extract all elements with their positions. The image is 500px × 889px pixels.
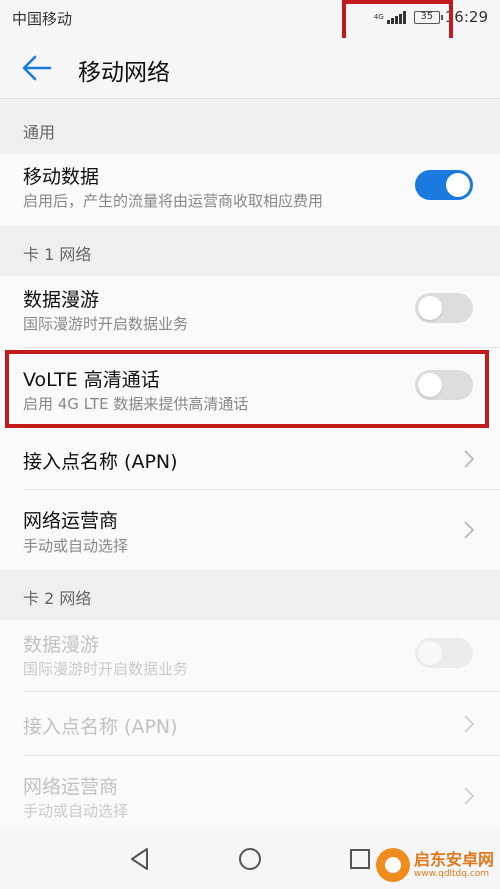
row-subtitle: 启用 4G LTE 数据来提供高清通话 — [23, 395, 249, 413]
row-sim1-apn[interactable]: 接入点名称 (APN) — [0, 428, 500, 490]
watermark-logo-icon — [375, 848, 410, 882]
row-title: 接入点名称 (APN) — [23, 716, 178, 738]
page-title: 移动网络 — [78, 60, 170, 86]
row-title: 网络运营商 — [23, 776, 119, 798]
sim1-roaming-toggle[interactable] — [415, 293, 473, 323]
row-title: 网络运营商 — [23, 510, 119, 532]
square-recents-icon[interactable] — [343, 842, 377, 876]
sim2-roaming-toggle — [415, 638, 473, 668]
section-header-sim1: 卡 1 网络 — [0, 226, 500, 276]
network-type: 4G — [373, 13, 384, 21]
section-header-sim2: 卡 2 网络 — [0, 570, 500, 620]
row-title: 接入点名称 (APN) — [23, 451, 178, 473]
status-bar: 中国移动 4G 35 16:29 — [0, 0, 500, 38]
row-subtitle: 国际漫游时开启数据业务 — [23, 660, 189, 678]
signal-icon — [386, 10, 406, 24]
row-sim1-operator[interactable]: 网络运营商 手动或自动选择 — [0, 490, 500, 570]
battery-icon: 35 — [413, 10, 443, 24]
watermark-url: www.qdltdq.com — [413, 868, 490, 879]
mobile-data-toggle[interactable] — [415, 170, 473, 200]
watermark: 启东安卓网 www.qdltdq.com — [375, 848, 494, 882]
row-sim2-operator: 网络运营商 手动或自动选择 — [0, 756, 500, 828]
row-sim1-volte[interactable]: VoLTE 高清通话 启用 4G LTE 数据来提供高清通话 — [0, 348, 500, 428]
chevron-right-icon — [464, 521, 475, 539]
row-title: 移动数据 — [23, 166, 100, 188]
row-subtitle: 手动或自动选择 — [23, 802, 129, 820]
row-title: VoLTE 高清通话 — [23, 369, 160, 391]
chevron-right-icon — [464, 715, 475, 733]
carrier-name: 中国移动 — [12, 10, 73, 28]
row-title: 数据漫游 — [23, 289, 100, 311]
arrow-left-icon[interactable] — [20, 52, 54, 84]
status-icons: 4G 35 16:29 — [374, 8, 488, 26]
clock: 16:29 — [444, 8, 488, 26]
chevron-right-icon — [464, 787, 475, 805]
battery-level: 35 — [420, 10, 434, 22]
row-sim1-roaming[interactable]: 数据漫游 国际漫游时开启数据业务 — [0, 276, 500, 348]
watermark-title: 启东安卓网 — [413, 849, 494, 869]
row-subtitle: 启用后，产生的流量将由运营商收取相应费用 — [23, 192, 324, 210]
sim1-volte-toggle[interactable] — [415, 370, 473, 400]
row-sim2-apn: 接入点名称 (APN) — [0, 692, 500, 756]
chevron-right-icon — [464, 450, 475, 468]
row-mobile-data[interactable]: 移动数据 启用后，产生的流量将由运营商收取相应费用 — [0, 154, 500, 226]
circle-home-icon[interactable] — [233, 842, 267, 876]
section-header-general: 通用 — [0, 104, 500, 154]
row-sim2-roaming: 数据漫游 国际漫游时开启数据业务 — [0, 620, 500, 692]
row-subtitle: 手动或自动选择 — [23, 537, 129, 555]
triangle-back-icon[interactable] — [123, 842, 157, 876]
row-subtitle: 国际漫游时开启数据业务 — [23, 315, 189, 333]
row-title: 数据漫游 — [23, 634, 100, 656]
app-bar: 移动网络 — [0, 38, 500, 99]
